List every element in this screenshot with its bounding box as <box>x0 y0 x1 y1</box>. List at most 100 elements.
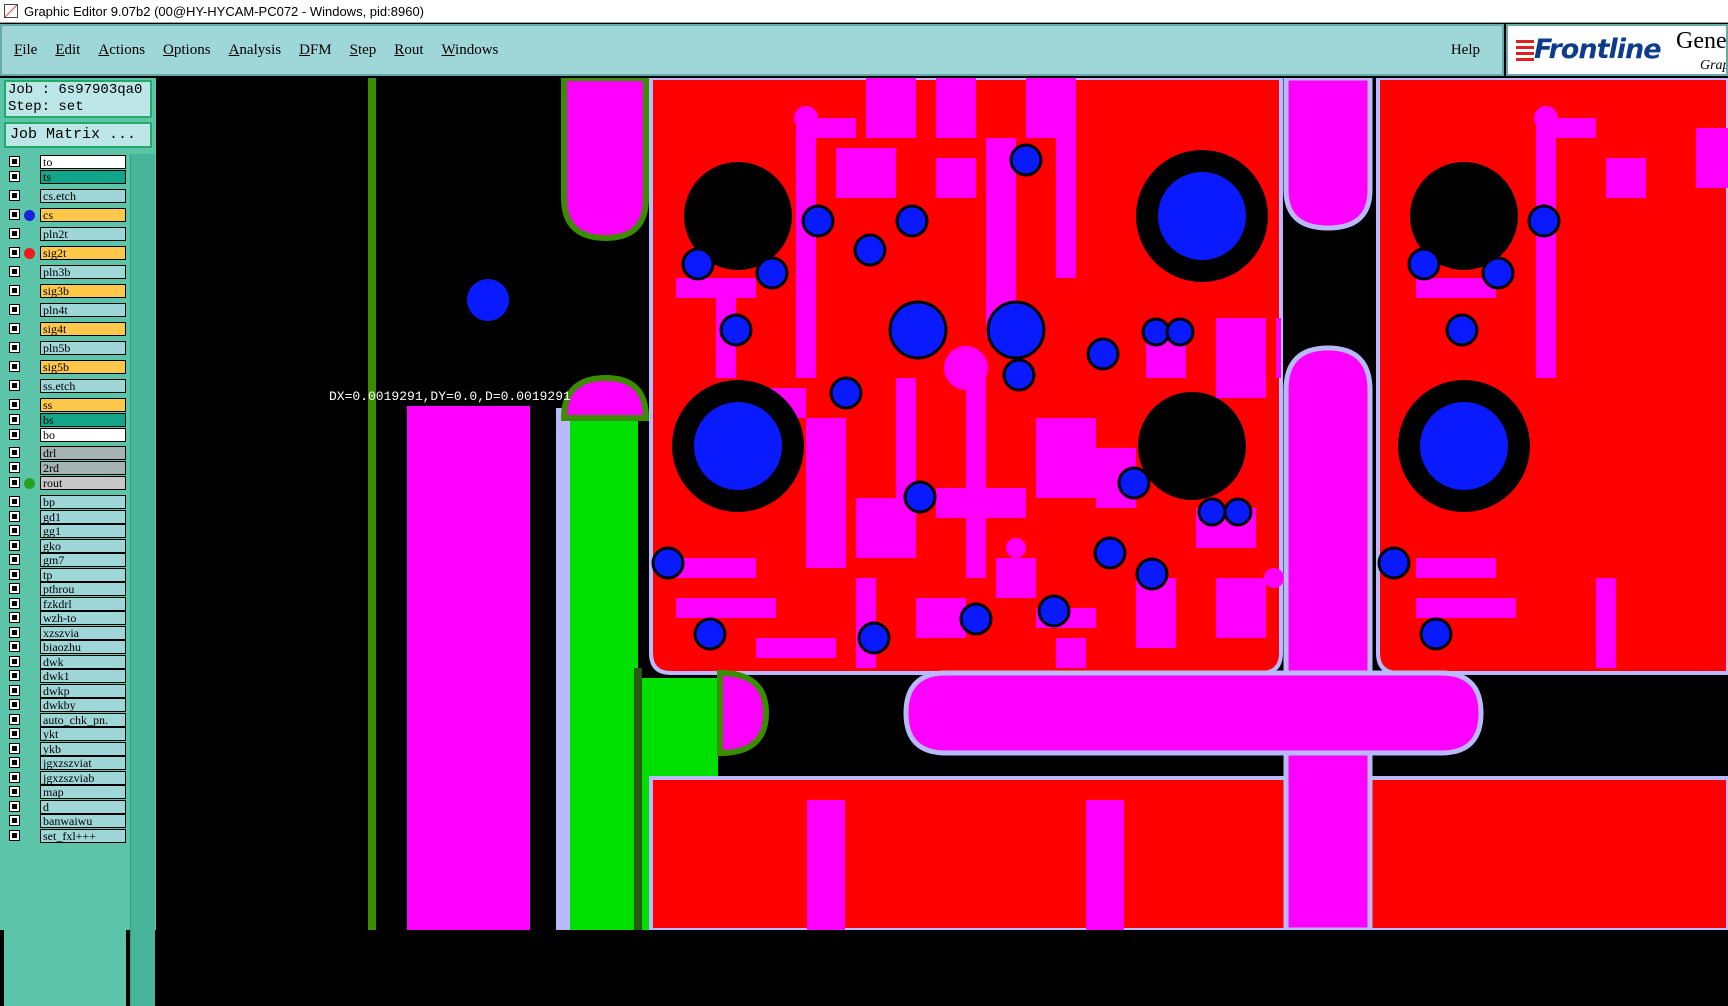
layer-label[interactable]: ykt <box>40 727 126 741</box>
layer-checkbox[interactable] <box>9 171 20 182</box>
layer-row-gko[interactable]: gko <box>4 538 126 553</box>
layer-row-sig4t[interactable]: sig4t <box>4 321 126 336</box>
layer-checkbox[interactable] <box>9 342 20 353</box>
layer-checkbox[interactable] <box>9 801 20 812</box>
layer-row-ts[interactable]: ts <box>4 169 126 184</box>
layer-checkbox[interactable] <box>9 728 20 739</box>
layer-row-pthrou[interactable]: pthrou <box>4 581 126 596</box>
layer-label[interactable]: pln4t <box>40 303 126 317</box>
layer-checkbox[interactable] <box>9 247 20 258</box>
layer-row-pln4t[interactable]: pln4t <box>4 302 126 317</box>
layer-checkbox[interactable] <box>9 525 20 536</box>
layer-checkbox[interactable] <box>9 569 20 580</box>
layer-label[interactable]: gko <box>40 539 126 553</box>
layer-row-to[interactable]: to <box>4 154 126 169</box>
layer-label[interactable]: bo <box>40 428 126 442</box>
layer-checkbox[interactable] <box>9 477 20 488</box>
layer-checkbox[interactable] <box>9 685 20 696</box>
layer-row-jgxzszviat[interactable]: jgxzszviat <box>4 755 126 770</box>
layer-row-drl[interactable]: drl <box>4 445 126 460</box>
layer-row-cs[interactable]: cs <box>4 207 126 222</box>
layer-row-sig2t[interactable]: sig2t <box>4 245 126 260</box>
layer-label[interactable]: xzszvia <box>40 626 126 640</box>
layer-label[interactable]: pln5b <box>40 341 126 355</box>
layer-label[interactable]: gd1 <box>40 510 126 524</box>
layer-label[interactable]: rout <box>40 476 126 490</box>
layer-label[interactable]: sig3b <box>40 284 126 298</box>
layer-label[interactable]: banwaiwu <box>40 814 126 828</box>
layer-label[interactable]: fzkdrl <box>40 597 126 611</box>
layer-label[interactable]: dwkby <box>40 698 126 712</box>
layer-row-cs-etch[interactable]: cs.etch <box>4 188 126 203</box>
menu-edit[interactable]: Edit <box>55 42 80 59</box>
layer-row-ss[interactable]: ss <box>4 397 126 412</box>
menu-dfm[interactable]: DFM <box>299 42 332 59</box>
layer-row-dwk[interactable]: dwk <box>4 654 126 669</box>
layer-checkbox[interactable] <box>9 554 20 565</box>
layer-checkbox[interactable] <box>9 627 20 638</box>
layer-row-set-fxl-[interactable]: set_fxl+++ <box>4 828 126 843</box>
menu-step[interactable]: Step <box>350 42 377 59</box>
menu-help[interactable]: Help <box>1451 42 1480 59</box>
layer-label[interactable]: dwkp <box>40 684 126 698</box>
layer-checkbox[interactable] <box>9 757 20 768</box>
layer-checkbox[interactable] <box>9 815 20 826</box>
layer-checkbox[interactable] <box>9 830 20 841</box>
layer-checkbox[interactable] <box>9 612 20 623</box>
pcb-view[interactable]: DX=0.0019291,DY=0.0,D=0.0019291 <box>156 78 1728 930</box>
layer-checkbox[interactable] <box>9 786 20 797</box>
layer-row-dwkby[interactable]: dwkby <box>4 697 126 712</box>
layer-checkbox[interactable] <box>9 447 20 458</box>
layer-row-bo[interactable]: bo <box>4 427 126 442</box>
layer-label[interactable]: set_fxl+++ <box>40 829 126 843</box>
layer-checkbox[interactable] <box>9 641 20 652</box>
layer-label[interactable]: pln3b <box>40 265 126 279</box>
layer-row-ss-etch[interactable]: ss.etch <box>4 378 126 393</box>
layer-label[interactable]: map <box>40 785 126 799</box>
layer-checkbox[interactable] <box>9 462 20 473</box>
menu-file[interactable]: File <box>14 42 37 59</box>
layer-row-auto-chk-pn-[interactable]: auto_chk_pn. <box>4 712 126 727</box>
layer-checkbox[interactable] <box>9 156 20 167</box>
layer-row-sig3b[interactable]: sig3b <box>4 283 126 298</box>
layer-label[interactable]: cs <box>40 208 126 222</box>
layer-row-dwk1[interactable]: dwk1 <box>4 668 126 683</box>
job-matrix-button[interactable]: Job Matrix ... <box>4 122 152 148</box>
graphic-canvas[interactable]: DX=0.0019291,DY=0.0,D=0.0019291 <box>156 78 1728 930</box>
layer-label[interactable]: dwk1 <box>40 669 126 683</box>
layer-row-ykt[interactable]: ykt <box>4 726 126 741</box>
layer-checkbox[interactable] <box>9 429 20 440</box>
layer-checkbox[interactable] <box>9 361 20 372</box>
layer-row-2rd[interactable]: 2rd <box>4 460 126 475</box>
layer-label[interactable]: sig5b <box>40 360 126 374</box>
layer-label[interactable]: 2rd <box>40 461 126 475</box>
menu-options[interactable]: Options <box>163 42 211 59</box>
layer-row-map[interactable]: map <box>4 784 126 799</box>
layer-row-rout[interactable]: rout <box>4 475 126 490</box>
layer-checkbox[interactable] <box>9 304 20 315</box>
layer-checkbox[interactable] <box>9 699 20 710</box>
layer-row-gd1[interactable]: gd1 <box>4 509 126 524</box>
layer-checkbox[interactable] <box>9 399 20 410</box>
layer-row-ykb[interactable]: ykb <box>4 741 126 756</box>
layer-row-bs[interactable]: bs <box>4 412 126 427</box>
layer-label[interactable]: sig4t <box>40 322 126 336</box>
layer-checkbox[interactable] <box>9 511 20 522</box>
layer-row-banwaiwu[interactable]: banwaiwu <box>4 813 126 828</box>
layer-label[interactable]: jgxzszviat <box>40 756 126 770</box>
layer-checkbox[interactable] <box>9 209 20 220</box>
layer-label[interactable]: ss <box>40 398 126 412</box>
layer-checkbox[interactable] <box>9 583 20 594</box>
layer-label[interactable]: ts <box>40 170 126 184</box>
menu-rout[interactable]: Rout <box>394 42 423 59</box>
layer-row-wzh-to[interactable]: wzh-to <box>4 610 126 625</box>
layer-label[interactable]: gm7 <box>40 553 126 567</box>
layer-label[interactable]: sig2t <box>40 246 126 260</box>
layer-checkbox[interactable] <box>9 598 20 609</box>
layer-label[interactable]: d <box>40 800 126 814</box>
layer-label[interactable]: jgxzszviab <box>40 771 126 785</box>
layer-label[interactable]: bp <box>40 495 126 509</box>
layer-row-jgxzszviab[interactable]: jgxzszviab <box>4 770 126 785</box>
layer-row-bp[interactable]: bp <box>4 494 126 509</box>
layer-row-sig5b[interactable]: sig5b <box>4 359 126 374</box>
